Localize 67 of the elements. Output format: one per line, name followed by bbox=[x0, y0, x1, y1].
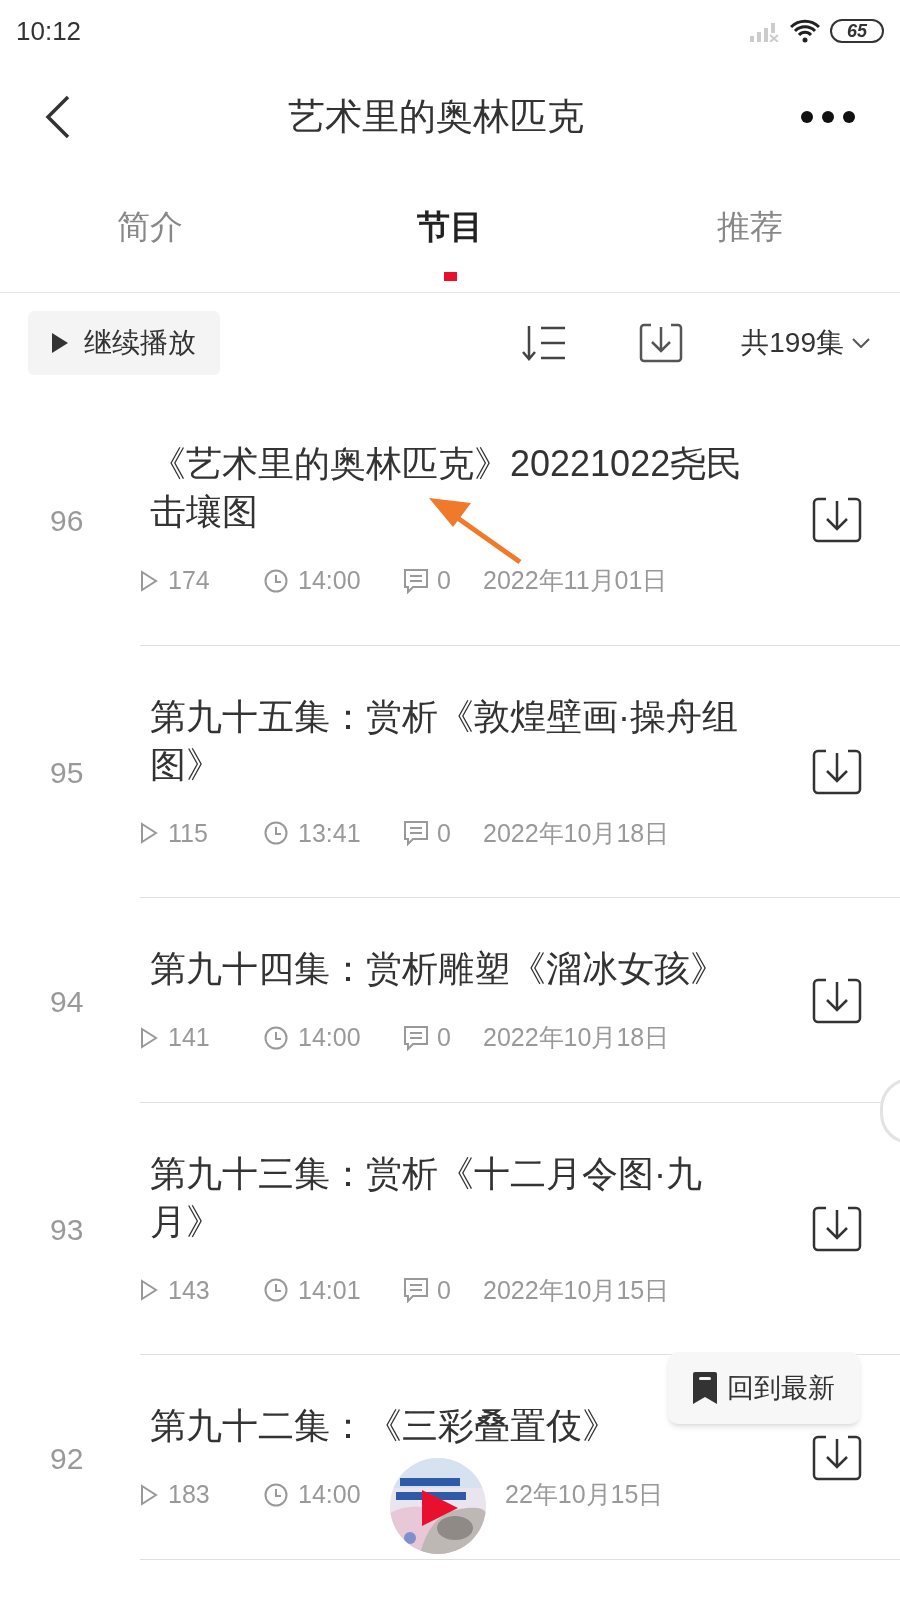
wifi-icon bbox=[790, 19, 820, 43]
episode-date: 2022年10月18日 bbox=[483, 1022, 670, 1053]
page-title: 艺术里的奥林匹克 bbox=[288, 95, 584, 140]
tab-indicator bbox=[443, 271, 457, 281]
tab[interactable]: 简介 bbox=[117, 202, 183, 252]
status-time: 10:12 bbox=[16, 14, 82, 48]
play-count-icon bbox=[140, 1279, 158, 1302]
download-icon[interactable] bbox=[812, 496, 862, 543]
episode-number: 96 bbox=[49, 502, 85, 539]
download-icon[interactable] bbox=[812, 749, 862, 796]
comment-count: 0 bbox=[437, 1274, 452, 1306]
episode-title[interactable]: 第九十五集：赏析《敦煌壁画·操舟组图》 bbox=[140, 692, 760, 789]
episode-date: 2022年10月18日 bbox=[483, 817, 670, 849]
play-count: 115 bbox=[168, 817, 209, 849]
episode-date: 2022年11月01日 bbox=[483, 565, 668, 596]
play-count-icon bbox=[140, 822, 158, 845]
download-icon[interactable] bbox=[812, 977, 862, 1024]
episode-title[interactable]: 第九十四集：赏析雕塑《溜冰女孩》 bbox=[140, 945, 760, 993]
comment-count: 0 bbox=[437, 565, 452, 596]
episode-number: 94 bbox=[49, 983, 85, 1020]
comment-count: 0 bbox=[437, 1022, 452, 1053]
download-icon[interactable] bbox=[812, 1206, 862, 1253]
episode-number: 95 bbox=[49, 755, 85, 792]
episode-duration: 14:00 bbox=[298, 1479, 362, 1510]
back-to-latest-toast[interactable]: 回到最新 bbox=[668, 1352, 860, 1424]
play-count-icon bbox=[140, 1026, 158, 1049]
comment-icon bbox=[403, 567, 429, 594]
play-count: 141 bbox=[168, 1022, 211, 1053]
episode-duration: 14:00 bbox=[298, 565, 362, 596]
tab[interactable]: 推荐 bbox=[717, 202, 783, 252]
episode-duration: 14:01 bbox=[298, 1274, 362, 1306]
download-icon[interactable] bbox=[639, 323, 684, 363]
download-icon[interactable] bbox=[812, 1434, 862, 1481]
play-count: 174 bbox=[168, 565, 211, 596]
comment-icon bbox=[403, 820, 429, 847]
clock-icon bbox=[264, 568, 288, 593]
tab[interactable]: 节目 bbox=[417, 202, 483, 252]
bookmark-icon bbox=[693, 1372, 717, 1404]
episode-count-dropdown[interactable]: 共199集 bbox=[741, 322, 870, 364]
play-count-icon bbox=[140, 569, 158, 592]
episode-duration: 14:00 bbox=[298, 1022, 362, 1053]
clock-icon bbox=[264, 1278, 288, 1303]
play-count: 143 bbox=[168, 1274, 211, 1306]
signal-icon bbox=[750, 20, 780, 42]
back-icon[interactable] bbox=[44, 95, 72, 139]
comment-count: 0 bbox=[437, 817, 452, 849]
episode-date: 22年10月15日 bbox=[505, 1479, 664, 1510]
chevron-down-icon bbox=[852, 338, 870, 348]
play-count: 183 bbox=[168, 1479, 211, 1510]
episode-title[interactable]: 第九十三集：赏析《十二月令图·九月》 bbox=[140, 1149, 760, 1246]
episode-title[interactable]: 《艺术里的奥林匹克》20221022尧民击壤图 bbox=[140, 440, 760, 536]
play-icon bbox=[420, 1488, 460, 1528]
clock-icon bbox=[264, 1482, 288, 1507]
clock-icon bbox=[264, 821, 288, 846]
episode-date: 2022年10月15日 bbox=[483, 1274, 670, 1306]
clock-icon bbox=[264, 1025, 288, 1050]
episode-number: 93 bbox=[49, 1212, 85, 1249]
sort-icon[interactable] bbox=[521, 325, 568, 361]
comment-icon bbox=[403, 1277, 429, 1304]
play-icon bbox=[52, 333, 68, 353]
play-count-icon bbox=[140, 1483, 158, 1506]
continue-play-button[interactable]: 继续播放 bbox=[28, 311, 220, 375]
episode-number: 92 bbox=[49, 1440, 85, 1477]
episode-duration: 13:41 bbox=[298, 817, 362, 849]
more-icon[interactable] bbox=[800, 110, 856, 124]
comment-icon bbox=[403, 1024, 429, 1051]
battery-icon: 65 bbox=[830, 19, 884, 43]
